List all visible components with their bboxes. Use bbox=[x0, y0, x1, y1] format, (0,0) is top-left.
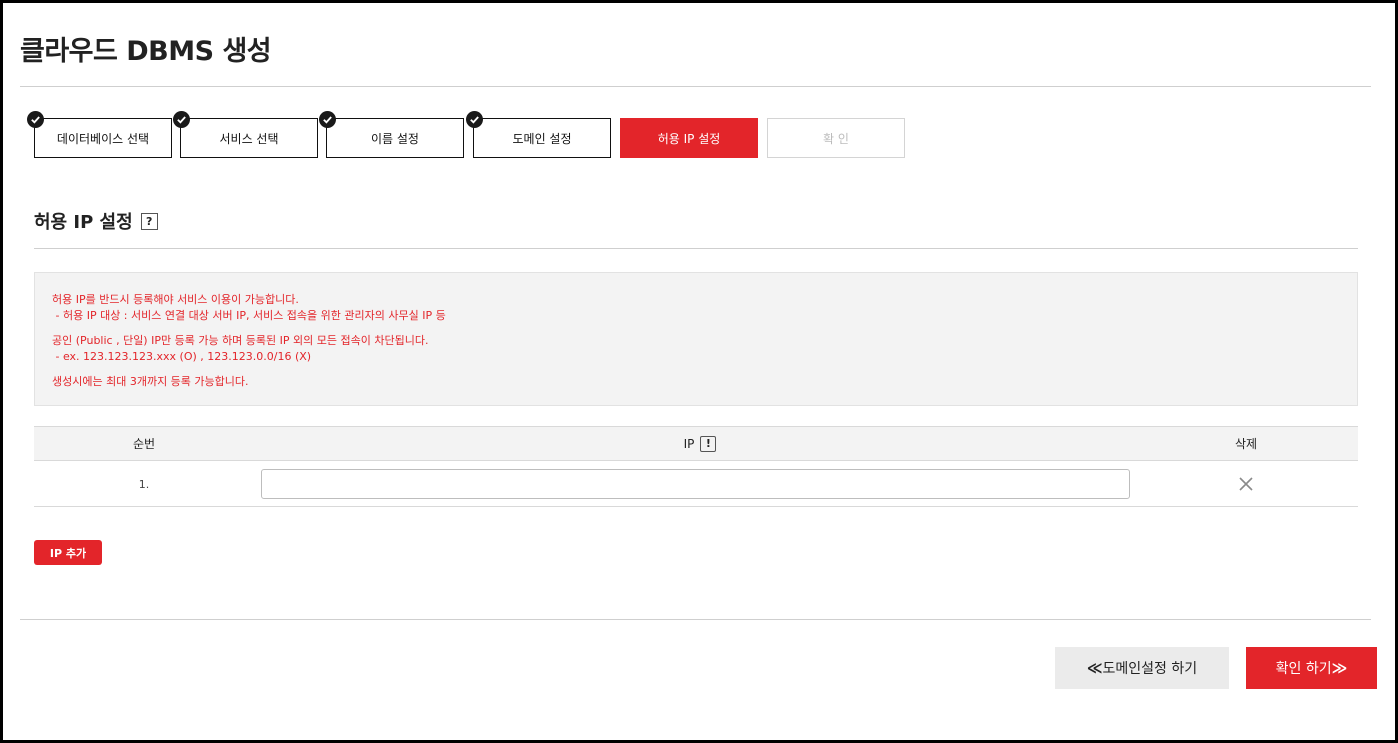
confirm-button-label: 확인 하기 bbox=[1275, 661, 1332, 677]
question-icon[interactable]: ? bbox=[140, 212, 158, 230]
step-database-select[interactable]: 데이터베이스 선택 bbox=[27, 111, 172, 158]
step-label: 이름 설정 bbox=[371, 131, 419, 146]
ip-table-header: 순번 IP ! 삭제 bbox=[34, 426, 1358, 461]
header-ip-label: IP bbox=[683, 436, 695, 451]
row-number: 1. bbox=[138, 477, 150, 491]
header-no: 순번 bbox=[132, 437, 156, 451]
table-row: 1. bbox=[34, 461, 1358, 507]
footer-divider bbox=[20, 619, 1371, 620]
check-icon bbox=[173, 111, 190, 128]
prev-button-label: 도메인설정 하기 bbox=[1102, 661, 1198, 677]
step-label: 데이터베이스 선택 bbox=[56, 131, 150, 146]
ip-input[interactable] bbox=[261, 469, 1130, 499]
step-label: 서비스 선택 bbox=[219, 131, 279, 146]
notice-box: 허용 IP를 반드시 등록해야 서비스 이용이 가능합니다. - 허용 IP 대… bbox=[34, 272, 1358, 406]
title-divider bbox=[20, 86, 1371, 87]
step-service-select[interactable]: 서비스 선택 bbox=[173, 111, 318, 158]
header-ip: IP ! bbox=[254, 427, 1146, 460]
notice-line: - 허용 IP 대상 : 서비스 연결 대상 서버 IP, 서비스 접속을 위한… bbox=[52, 309, 446, 322]
add-ip-button[interactable]: IP 추가 bbox=[34, 540, 102, 565]
close-icon[interactable] bbox=[1237, 475, 1255, 493]
step-domain-setting[interactable]: 도메인 설정 bbox=[466, 111, 611, 158]
step-name-setting[interactable]: 이름 설정 bbox=[319, 111, 464, 158]
page-title: 클라우드 DBMS 생성 bbox=[20, 36, 272, 67]
double-chevron-left-icon: ≪ bbox=[1086, 659, 1103, 677]
step-label: 허용 IP 설정 bbox=[657, 131, 721, 146]
notice-line: 공인 (Public , 단일) IP만 등록 가능 하며 등록된 IP 외의 … bbox=[52, 334, 429, 347]
notice-line: - ex. 123.123.123.xxx (O) , 123.123.0.0/… bbox=[52, 350, 312, 363]
section-title: 허용 IP 설정 ? bbox=[34, 208, 158, 234]
check-icon bbox=[27, 111, 44, 128]
step-allowed-ip-setting[interactable]: 허용 IP 설정 bbox=[620, 118, 758, 158]
prev-domain-setting-button[interactable]: ≪ 도메인설정 하기 bbox=[1055, 647, 1229, 689]
section-title-text: 허용 IP 설정 bbox=[34, 212, 133, 233]
header-delete: 삭제 bbox=[1234, 437, 1258, 451]
notice-line: 생성시에는 최대 3개까지 등록 가능합니다. bbox=[52, 375, 249, 388]
page-frame: 클라우드 DBMS 생성 데이터베이스 선택 서비스 선택 이름 설정 도메인 … bbox=[0, 0, 1398, 743]
step-label: 도메인 설정 bbox=[512, 131, 572, 146]
section-divider bbox=[34, 248, 1358, 249]
notice-line: 허용 IP를 반드시 등록해야 서비스 이용이 가능합니다. bbox=[52, 293, 299, 306]
check-icon bbox=[319, 111, 336, 128]
confirm-button[interactable]: 확인 하기 ≫ bbox=[1246, 647, 1377, 689]
check-icon bbox=[466, 111, 483, 128]
exclamation-icon[interactable]: ! bbox=[700, 435, 717, 452]
step-label: 확 인 bbox=[823, 131, 849, 146]
step-confirm: 확 인 bbox=[767, 118, 905, 158]
double-chevron-right-icon: ≫ bbox=[1331, 659, 1348, 677]
